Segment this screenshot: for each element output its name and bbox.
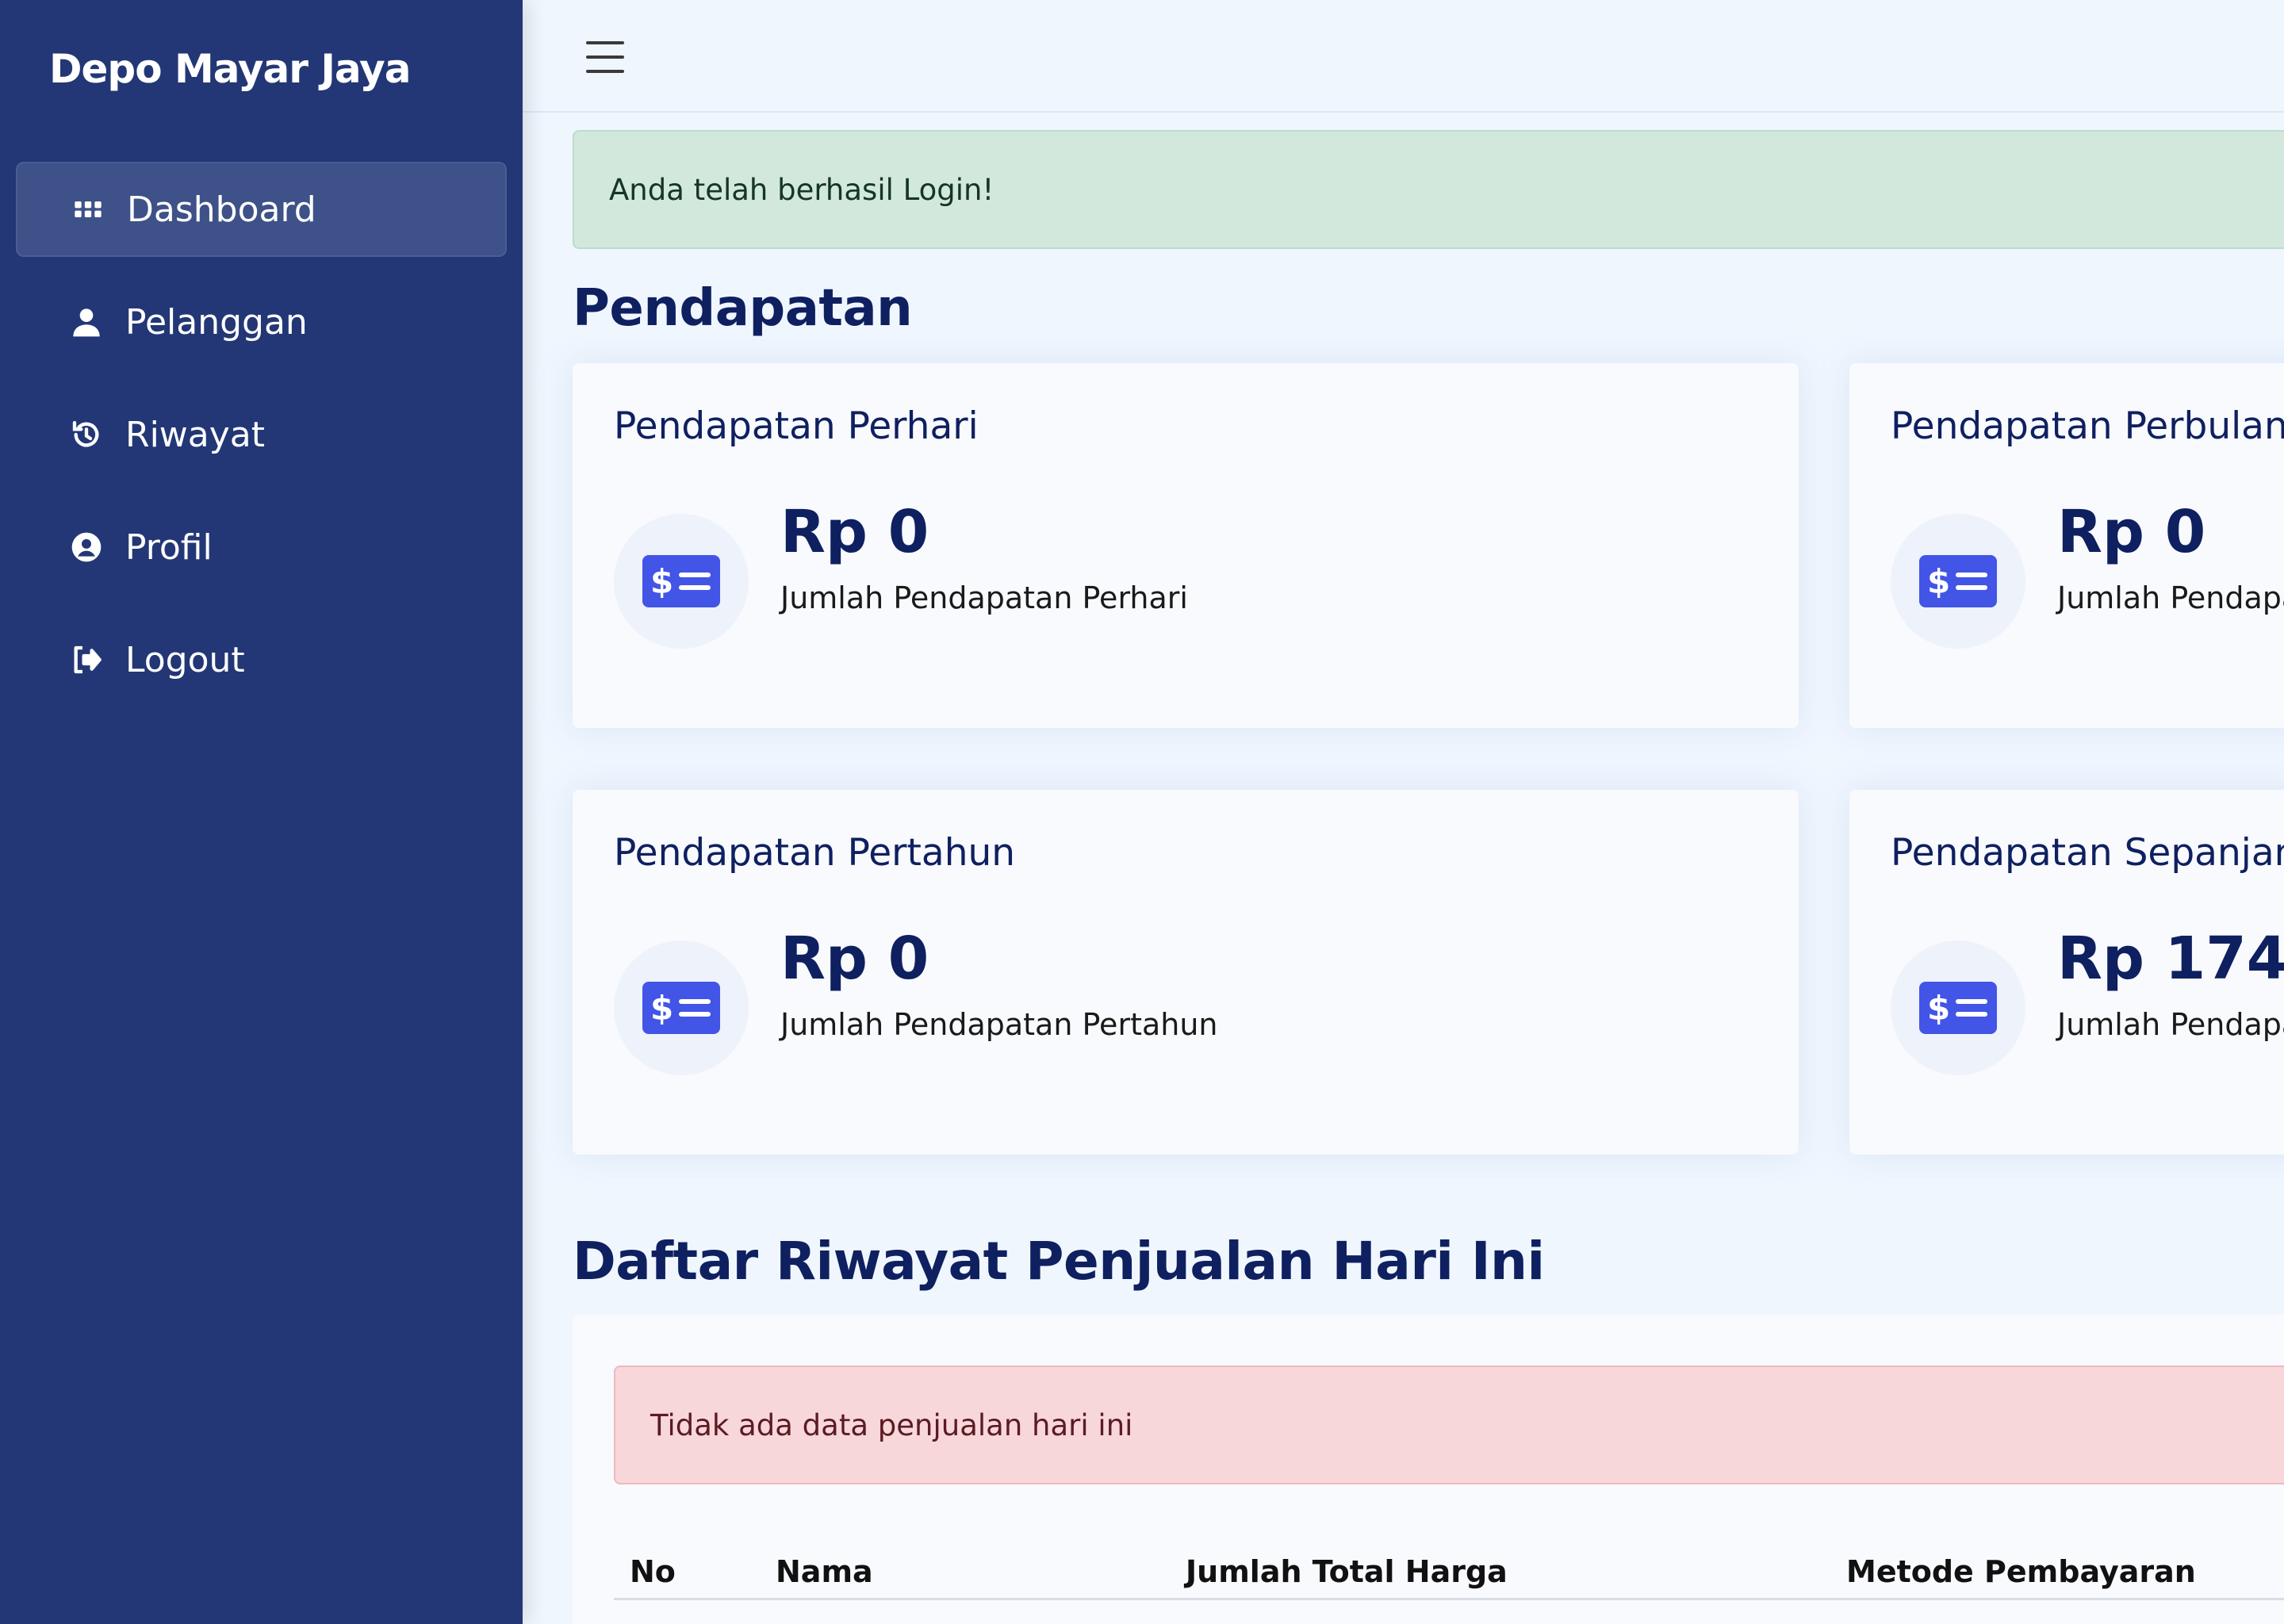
svg-text:$: $ [650, 989, 673, 1028]
hamburger-icon[interactable] [586, 41, 624, 73]
card-title: Pendapatan Perhari [614, 404, 979, 448]
card-value: Rp 0 [780, 498, 929, 566]
sidebar-item-logout[interactable]: Logout [16, 612, 507, 707]
sidebar-item-label: Profil [125, 527, 213, 568]
column-header-nama: Nama [776, 1554, 873, 1589]
no-sales-alert: Tidak ada data penjualan hari ini [614, 1365, 2284, 1484]
sidebar-nav: Dashboard Pelanggan Riwayat Profil Logou… [16, 162, 507, 725]
card-subtitle: Jumlah Pendapatan [2057, 1007, 2284, 1042]
sidebar-item-label: Riwayat [125, 414, 265, 455]
money-icon: $ [614, 940, 749, 1075]
card-subtitle: Jumlah Pendapatan Perbulan [2057, 580, 2284, 615]
sidebar-item-label: Logout [125, 639, 245, 680]
svg-text:$: $ [1927, 989, 1950, 1028]
card-title: Pendapatan Perbulan [1891, 404, 2284, 448]
card-value: Rp 0 [2057, 498, 2206, 566]
money-icon: $ [1891, 514, 2025, 649]
user-icon [68, 304, 105, 340]
user-circle-icon [68, 529, 105, 565]
sidebar-item-riwayat[interactable]: Riwayat [16, 387, 507, 482]
card-value: Rp 174.0 [2057, 925, 2284, 993]
sidebar-item-label: Pelanggan [125, 301, 308, 343]
revenue-card-yearly: Pendapatan Pertahun $ Rp 0 Jumlah Pendap… [573, 790, 1799, 1155]
logout-icon [68, 642, 105, 678]
card-title: Pendapatan Sepanjang [1891, 831, 2284, 875]
column-header-no: No [630, 1554, 676, 1589]
card-subtitle: Jumlah Pendapatan Perhari [780, 580, 1188, 615]
svg-text:$: $ [1927, 562, 1950, 601]
column-header-total: Jumlah Total Harga [1186, 1554, 1508, 1589]
card-title: Pendapatan Pertahun [614, 831, 1016, 875]
sidebar-item-label: Dashboard [127, 189, 316, 230]
sidebar-item-profil[interactable]: Profil [16, 500, 507, 595]
app-root: Depo Mayar Jaya Dashboard Pelanggan Riwa… [0, 0, 2284, 1624]
sidebar-item-pelanggan[interactable]: Pelanggan [16, 274, 507, 370]
grid-icon [70, 191, 106, 228]
sidebar-item-dashboard[interactable]: Dashboard [16, 162, 507, 257]
brand-title: Depo Mayar Jaya [49, 46, 411, 92]
history-icon [68, 416, 105, 453]
sales-table-panel: Tidak ada data penjualan hari ini No Nam… [573, 1315, 2284, 1624]
column-header-payment: Metode Pembayaran [1846, 1554, 2196, 1589]
topbar [523, 0, 2284, 113]
table-header-divider [614, 1598, 2284, 1600]
money-icon: $ [1891, 940, 2025, 1075]
sidebar: Depo Mayar Jaya Dashboard Pelanggan Riwa… [0, 0, 523, 1624]
revenue-card-monthly: Pendapatan Perbulan $ Rp 0 Jumlah Pendap… [1849, 363, 2284, 728]
revenue-heading: Pendapatan [573, 279, 913, 338]
revenue-card-alltime: Pendapatan Sepanjang $ Rp 174.0 Jumlah P… [1849, 790, 2284, 1155]
revenue-card-daily: Pendapatan Perhari $ Rp 0 Jumlah Pendapa… [573, 363, 1799, 728]
card-value: Rp 0 [780, 925, 929, 993]
svg-text:$: $ [650, 562, 673, 601]
card-subtitle: Jumlah Pendapatan Pertahun [780, 1007, 1218, 1042]
login-success-alert: Anda telah berhasil Login! [573, 130, 2284, 249]
money-icon: $ [614, 514, 749, 649]
sales-heading: Daftar Riwayat Penjualan Hari Ini [573, 1231, 1545, 1292]
